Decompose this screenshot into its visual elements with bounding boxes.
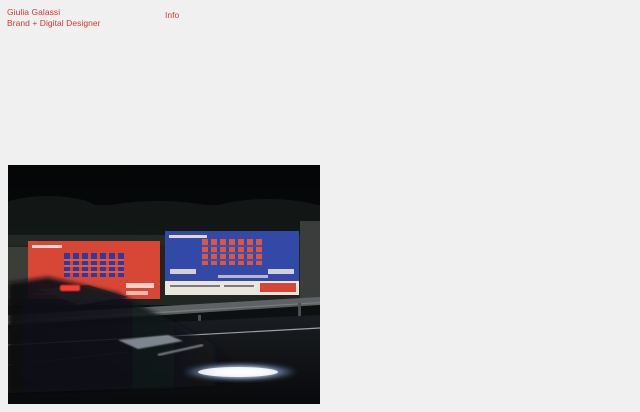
blue-billboard: [165, 231, 299, 295]
home-link[interactable]: Giulia Galassi Brand + Digital Designer: [7, 7, 101, 29]
designer-name: Giulia Galassi: [7, 7, 61, 17]
billboard-photo: [8, 165, 320, 404]
site-header: Giulia Galassi Brand + Digital Designer …: [0, 0, 640, 40]
info-link[interactable]: Info: [165, 10, 179, 21]
designer-role: Brand + Digital Designer: [7, 18, 101, 28]
project-thumbnail[interactable]: [8, 165, 320, 404]
